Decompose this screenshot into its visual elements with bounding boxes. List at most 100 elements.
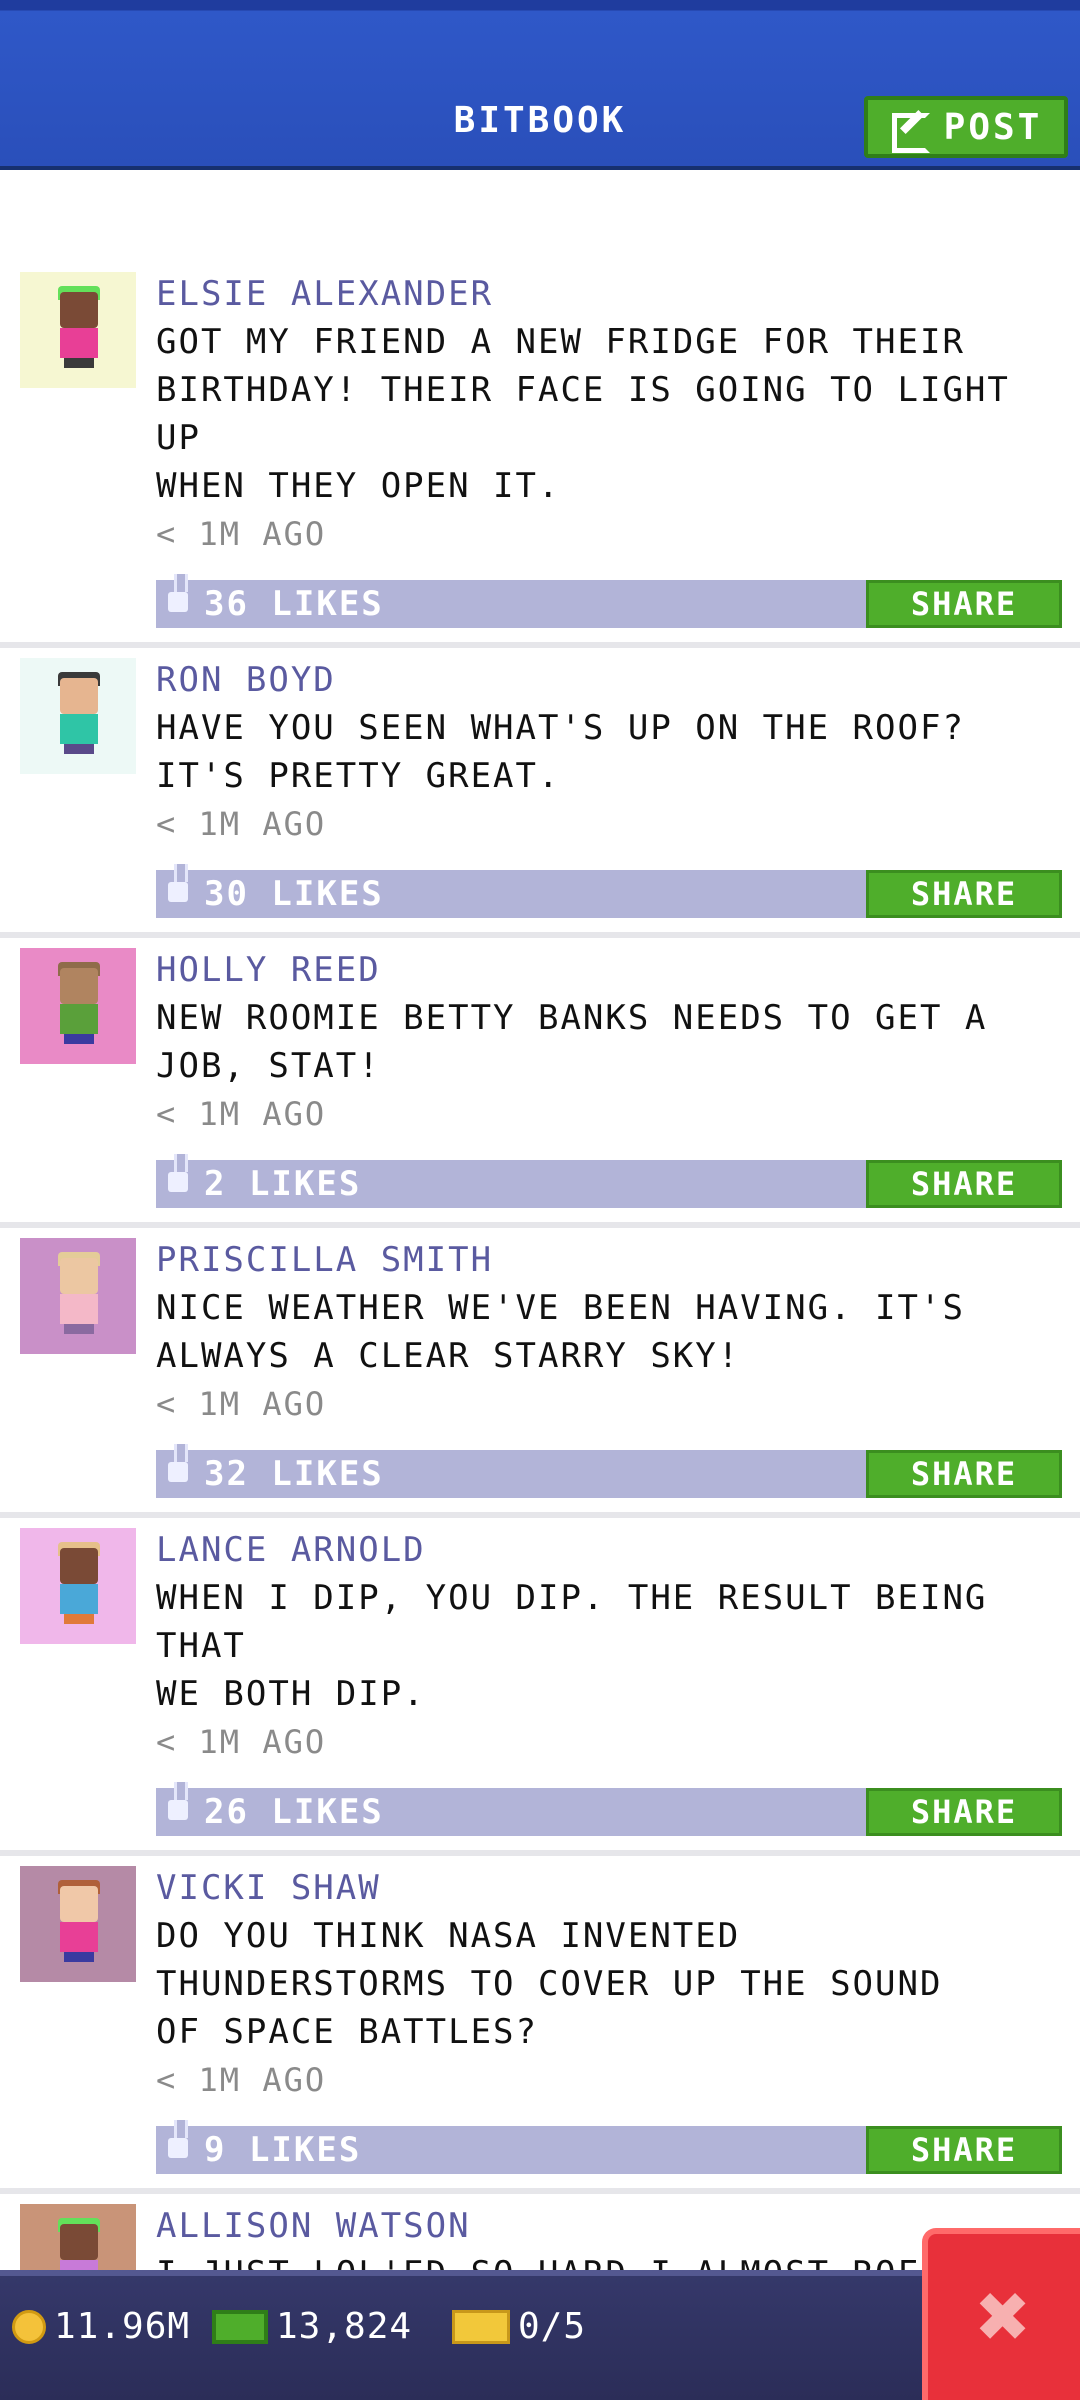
avatar-body (60, 328, 98, 358)
thumbs-up-icon (168, 574, 188, 612)
post-timestamp: < 1M AGO (156, 1385, 327, 1423)
avatar[interactable] (20, 658, 136, 774)
post-author[interactable]: HOLLY REED (156, 946, 1066, 994)
post-timestamp: < 1M AGO (156, 2061, 327, 2099)
post-text-line: NICE WEATHER WE'VE BEEN HAVING. IT'S (156, 1288, 965, 1328)
close-icon: ✖ (976, 2264, 1032, 2369)
thumbs-up-icon (168, 2120, 188, 2158)
avatar[interactable] (20, 1866, 136, 1982)
post-author[interactable]: VICKI SHAW (156, 1864, 1066, 1912)
avatar-body (60, 1922, 98, 1952)
thumbs-up-icon (168, 1444, 188, 1482)
post-author[interactable]: PRISCILLA SMITH (156, 1236, 1066, 1284)
likes-count: 2 LIKES (204, 1164, 362, 1204)
bottom-status-bar: 11.96M 13,824 0/5 (0, 2270, 1080, 2400)
share-button[interactable]: SHARE (866, 2126, 1062, 2174)
avatar-head (60, 968, 98, 1004)
post-button[interactable]: POST (864, 96, 1068, 158)
share-button[interactable]: SHARE (866, 1788, 1062, 1836)
likes-bar: 36 LIKES SHARE (156, 574, 1062, 628)
feed-post: HOLLY REED NEW ROOMIE BETTY BANKS NEEDS T… (0, 938, 1080, 1228)
avatar-head (60, 1886, 98, 1922)
avatar-body (60, 1004, 98, 1034)
avatar[interactable] (20, 1528, 136, 1644)
avatar-head (60, 678, 98, 714)
post-text-line: HAVE YOU SEEN WHAT'S UP ON THE ROOF? (156, 708, 965, 748)
feed-post: PRISCILLA SMITH NICE WEATHER WE'VE BEEN H… (0, 1228, 1080, 1518)
share-button[interactable]: SHARE (866, 1160, 1062, 1208)
post-author[interactable]: RON BOYD (156, 656, 1066, 704)
post-text-line: THUNDERSTORMS TO COVER UP THE SOUND (156, 1964, 943, 2004)
likes-bar: 9 LIKES SHARE (156, 2120, 1062, 2174)
post-text-line: GOT MY FRIEND A NEW FRIDGE FOR THEIR (156, 322, 965, 362)
feed-post: LANCE ARNOLD WHEN I DIP, YOU DIP. THE RES… (0, 1518, 1080, 1856)
avatar-head (60, 292, 98, 328)
avatar[interactable] (20, 272, 136, 388)
likes-count: 30 LIKES (204, 874, 384, 914)
bux-icon (212, 2309, 268, 2344)
avatar[interactable] (20, 948, 136, 1064)
likes-count: 36 LIKES (204, 584, 384, 624)
coins-value: 11.96M (54, 2306, 191, 2347)
avatar-body (60, 1294, 98, 1324)
coins-stat[interactable]: 11.96M (12, 2306, 190, 2347)
close-button[interactable]: ✖ (922, 2228, 1080, 2400)
bux-value: 13,824 (276, 2306, 413, 2347)
avatar-legs (64, 744, 94, 754)
post-text-line: OF SPACE BATTLES? (156, 2012, 538, 2052)
share-button[interactable]: SHARE (866, 870, 1062, 918)
post-timestamp: < 1M AGO (156, 805, 327, 843)
post-text-line: IT'S PRETTY GREAT. (156, 756, 561, 796)
feed-post: VICKI SHAW DO YOU THINK NASA INVENTED THUN… (0, 1856, 1080, 2194)
post-author[interactable]: LANCE ARNOLD (156, 1526, 1066, 1574)
feed-list: ELSIE ALEXANDER GOT MY FRIEND A NEW FRIDG… (0, 262, 1080, 2352)
post-text-line: WE BOTH DIP. (156, 1674, 426, 1714)
thumbs-up-icon (168, 1782, 188, 1820)
post-content: RON BOYD HAVE YOU SEEN WHAT'S UP ON THE R… (156, 648, 1066, 918)
likes-count: 9 LIKES (204, 2130, 362, 2170)
post-content: HOLLY REED NEW ROOMIE BETTY BANKS NEEDS T… (156, 938, 1066, 1208)
avatar-legs (64, 1324, 94, 1334)
likes-bar: 32 LIKES SHARE (156, 1444, 1062, 1498)
likes-bar: 30 LIKES SHARE (156, 864, 1062, 918)
feed-post: RON BOYD HAVE YOU SEEN WHAT'S UP ON THE R… (0, 648, 1080, 938)
avatar-body (60, 1584, 98, 1614)
likes-bar: 2 LIKES SHARE (156, 1154, 1062, 1208)
likes-count: 32 LIKES (204, 1454, 384, 1494)
share-button[interactable]: SHARE (866, 1450, 1062, 1498)
post-text-line: BIRTHDAY! THEIR FACE IS GOING TO LIGHT U… (156, 370, 1010, 458)
app-header: BITBOOK POST (0, 0, 1080, 170)
post-text-line: DO YOU THINK NASA INVENTED (156, 1916, 741, 1956)
avatar-legs (64, 358, 94, 368)
avatar-head (60, 1258, 98, 1294)
post-text-line: WHEN THEY OPEN IT. (156, 466, 561, 506)
post-content: ELSIE ALEXANDER GOT MY FRIEND A NEW FRIDG… (156, 262, 1066, 628)
avatar-legs (64, 1034, 94, 1044)
likes-count: 26 LIKES (204, 1792, 384, 1832)
post-content: PRISCILLA SMITH NICE WEATHER WE'VE BEEN H… (156, 1228, 1066, 1498)
share-button[interactable]: SHARE (866, 580, 1062, 628)
post-content: VICKI SHAW DO YOU THINK NASA INVENTED THUN… (156, 1856, 1066, 2174)
post-button-label: POST (943, 106, 1043, 148)
avatar-head (60, 2224, 98, 2260)
feed-post: ELSIE ALEXANDER GOT MY FRIEND A NEW FRIDG… (0, 262, 1080, 648)
post-author[interactable]: ELSIE ALEXANDER (156, 270, 1066, 318)
ticket-icon (452, 2309, 510, 2344)
post-content: LANCE ARNOLD WHEN I DIP, YOU DIP. THE RES… (156, 1518, 1066, 1836)
bux-stat[interactable]: 13,824 (212, 2306, 412, 2347)
tickets-stat[interactable]: 0/5 (452, 2306, 586, 2347)
thumbs-up-icon (168, 864, 188, 902)
post-text-line: JOB, STAT! (156, 1046, 381, 1086)
post-text-line: ALWAYS A CLEAR STARRY SKY! (156, 1336, 741, 1376)
avatar-body (60, 714, 98, 744)
coin-icon (12, 2309, 46, 2344)
avatar-legs (64, 1952, 94, 1962)
thumbs-up-icon (168, 1154, 188, 1192)
post-timestamp: < 1M AGO (156, 1095, 327, 1133)
post-text-line: WHEN I DIP, YOU DIP. THE RESULT BEING TH… (156, 1578, 988, 1666)
tickets-value: 0/5 (518, 2306, 587, 2347)
avatar-head (60, 1548, 98, 1584)
avatar[interactable] (20, 1238, 136, 1354)
likes-bar: 26 LIKES SHARE (156, 1782, 1062, 1836)
post-text-line: NEW ROOMIE BETTY BANKS NEEDS TO GET A (156, 998, 988, 1038)
